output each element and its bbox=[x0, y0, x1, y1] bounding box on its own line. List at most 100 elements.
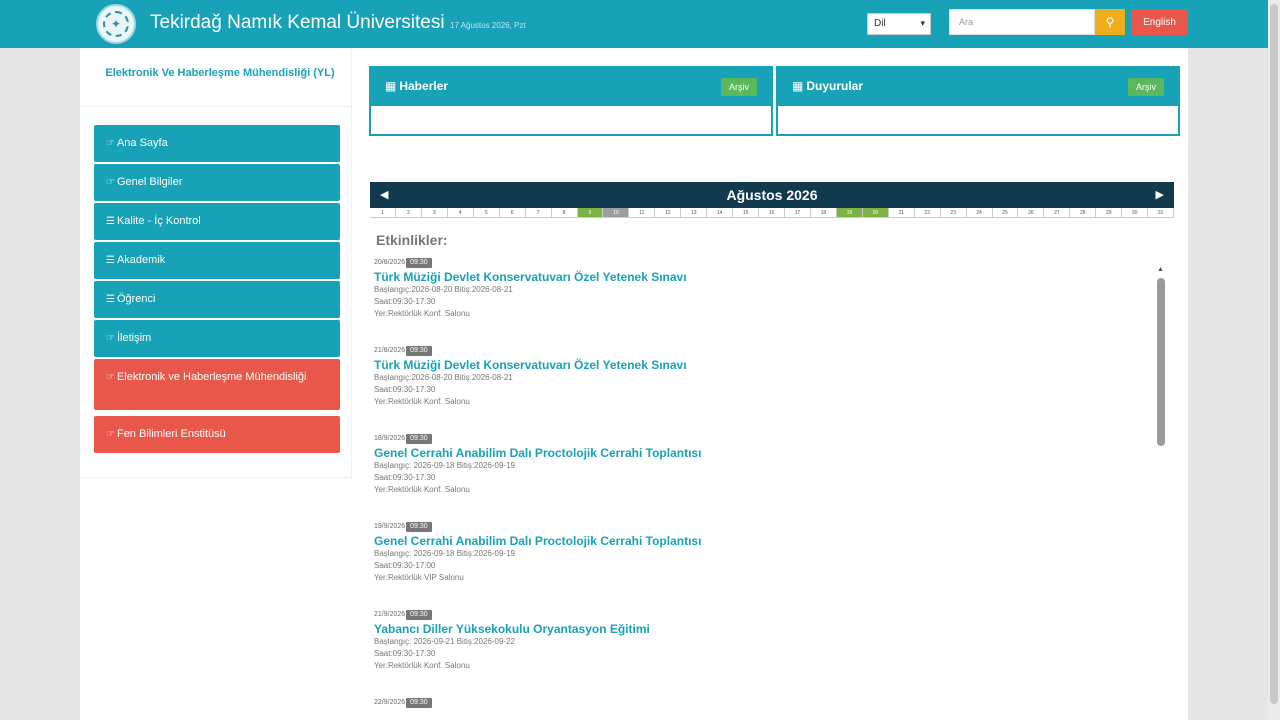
calendar-day[interactable]: 14 bbox=[707, 208, 734, 217]
calendar-day[interactable]: 12 bbox=[655, 208, 682, 217]
event-item: 21/9/2026 09:30 Yabancı Diller Yüksekokulu… bbox=[374, 610, 1144, 672]
event-time-badge: 09:30 bbox=[406, 522, 432, 532]
calendar-day[interactable]: 30 bbox=[1122, 208, 1149, 217]
list-icon: ☰ bbox=[106, 294, 115, 305]
announcements-panel: ▦ Duyurular Arşiv bbox=[776, 66, 1180, 136]
sidebar-item-label: Genel Bilgiler bbox=[116, 176, 183, 188]
sidebar-item-department[interactable]: ☞ Elektronik ve Haberleşme Mühendisliği bbox=[94, 359, 340, 410]
search-button[interactable]: ⚲ bbox=[1095, 9, 1125, 35]
calendar-day[interactable]: 7 bbox=[526, 208, 552, 217]
event-item: 21/8/2026 09:30 Türk Müziği Devlet Konserv… bbox=[374, 346, 1144, 408]
hand-pointer-icon: ☞ bbox=[106, 429, 115, 440]
calendar-day[interactable]: 26 bbox=[1018, 208, 1045, 217]
page-scrollbar[interactable] bbox=[1268, 0, 1280, 720]
event-title[interactable]: Genel Cerrahi Anabilim Dalı Proctolojik … bbox=[374, 534, 1144, 548]
site-title[interactable]: Tekirdağ Namık Kemal Üniversitesi bbox=[150, 12, 445, 34]
sidebar-item-label: İletişim bbox=[116, 332, 152, 344]
news-archive-button[interactable]: Arşiv bbox=[721, 78, 757, 96]
department-title[interactable]: Elektronik Ve Haberleşme Mühendisliği (Y… bbox=[90, 64, 350, 82]
sidebar-item-academic[interactable]: ☰ Akademik bbox=[94, 242, 340, 279]
calendar-day[interactable]: 15 bbox=[733, 208, 760, 217]
calendar-day[interactable]: 9 bbox=[577, 208, 604, 217]
page-scrollbar-thumb[interactable] bbox=[1270, 4, 1278, 704]
sidebar-item-label: Kalite - İç Kontrol bbox=[116, 215, 201, 227]
calendar-day[interactable]: 21 bbox=[889, 208, 915, 217]
sidebar-item-institute[interactable]: ☞ Fen Bilimleri Enstitüsü bbox=[94, 416, 340, 453]
event-place: Yer:Rektörlük VİP Salonu bbox=[374, 573, 464, 582]
english-button[interactable]: English bbox=[1131, 9, 1188, 35]
sidebar-item-student[interactable]: ☰ Öğrenci bbox=[94, 281, 340, 318]
event-place: Yer:Rektörlük Konf. Salonu bbox=[374, 397, 470, 406]
calendar-day[interactable]: 2 bbox=[396, 208, 422, 217]
calendar-day[interactable]: 20 bbox=[862, 208, 889, 217]
calendar-day[interactable]: 10 bbox=[603, 208, 630, 217]
search-icon: ⚲ bbox=[1105, 15, 1115, 29]
list-icon: ☰ bbox=[106, 255, 115, 266]
event-title[interactable]: Genel Cerrahi Anabilim Dalı Proctolojik … bbox=[374, 446, 1144, 460]
calendar-day[interactable]: 1 bbox=[370, 208, 396, 217]
event-time-badge: 09:30 bbox=[406, 698, 432, 708]
event-item: 20/8/2026 09:30 Türk Müziği Devlet Konserv… bbox=[374, 258, 1144, 320]
calendar-day[interactable]: 6 bbox=[500, 208, 526, 217]
event-title[interactable]: Türk Müziği Devlet Konservatuvarı Özel Y… bbox=[374, 270, 1144, 284]
event-title[interactable]: Yabancı Diller Yüksekokulu Oryantasyon E… bbox=[374, 622, 1144, 636]
event-date-row: 18/9/2026 09:30 bbox=[374, 434, 1144, 444]
event-date-row: 22/9/2026 09:30 bbox=[374, 698, 1144, 708]
event-time-badge: 09:30 bbox=[406, 434, 432, 444]
event-dates: Başlangıç: 2026-09-18 Bitiş:2026-09-19 bbox=[374, 461, 515, 470]
calendar-day[interactable]: 27 bbox=[1044, 208, 1071, 217]
language-select[interactable]: Dil ▾ bbox=[867, 13, 931, 35]
sidebar-item-contact[interactable]: ☞ İletişim bbox=[94, 320, 340, 357]
event-hours: Saat:09:30-17:00 bbox=[374, 561, 436, 570]
list-icon: ☰ bbox=[106, 216, 115, 227]
sidebar-item-quality[interactable]: ☰ Kalite - İç Kontrol bbox=[94, 203, 340, 240]
calendar-day[interactable]: 28 bbox=[1070, 208, 1097, 217]
event-date: 22/9/2026 bbox=[374, 699, 406, 706]
event-hours: Saat:09:30-17:30 bbox=[374, 649, 436, 658]
sidebar-item-home[interactable]: ☞ Ana Sayfa bbox=[94, 125, 340, 162]
calendar-day[interactable]: 16 bbox=[759, 208, 785, 217]
events-scrollbar[interactable]: ▲ bbox=[1156, 266, 1166, 720]
event-time-badge: 09:30 bbox=[406, 346, 432, 356]
event-dates: Başlangıç:2026-08-20 Bitiş:2026-08-21 bbox=[374, 285, 513, 294]
event-date: 21/9/2026 bbox=[374, 611, 406, 618]
event-item: 22/9/2026 09:30 bbox=[374, 698, 1144, 710]
calendar-day[interactable]: 25 bbox=[993, 208, 1019, 217]
hand-pointer-icon: ☞ bbox=[106, 333, 115, 344]
calendar-day[interactable]: 11 bbox=[629, 208, 656, 217]
announcements-archive-button[interactable]: Arşiv bbox=[1128, 78, 1164, 96]
event-hours: Saat:09:30-17:30 bbox=[374, 385, 436, 394]
calendar-header: ◀ Ağustos 2026 ▶ bbox=[370, 182, 1174, 208]
event-date-row: 19/9/2026 09:30 bbox=[374, 522, 1144, 532]
calendar-day[interactable]: 24 bbox=[967, 208, 993, 217]
event-dates: Başlangıç: 2026-09-21 Bitiş:2026-09-22 bbox=[374, 637, 515, 646]
calendar-day[interactable]: 4 bbox=[448, 208, 474, 217]
calendar-day[interactable]: 23 bbox=[941, 208, 967, 217]
event-date: 18/9/2026 bbox=[374, 435, 406, 442]
calendar-day[interactable]: 13 bbox=[681, 208, 708, 217]
news-panel-header: ▦ Haberler Arşiv bbox=[371, 68, 771, 106]
hand-pointer-icon: ☞ bbox=[106, 138, 115, 149]
announcements-panel-title: Duyurular bbox=[806, 79, 864, 93]
hand-pointer-icon: ☞ bbox=[106, 177, 115, 188]
sidebar-item-general-info[interactable]: ☞ Genel Bilgiler bbox=[94, 164, 340, 201]
event-title[interactable]: Türk Müziği Devlet Konservatuvarı Özel Y… bbox=[374, 358, 1144, 372]
calendar-day[interactable]: 19 bbox=[836, 208, 863, 217]
calendar-day[interactable]: 22 bbox=[915, 208, 941, 217]
events-heading: Etkinlikler: bbox=[376, 232, 448, 248]
calendar-day[interactable]: 31 bbox=[1148, 208, 1175, 217]
search-input[interactable]: Ara bbox=[949, 9, 1095, 35]
calendar-day[interactable]: 18 bbox=[811, 208, 837, 217]
chevron-right-icon[interactable]: ▶ bbox=[1156, 188, 1164, 201]
events-scrollbar-thumb[interactable] bbox=[1157, 278, 1165, 446]
calendar-day[interactable]: 17 bbox=[785, 208, 811, 217]
event-place: Yer:Rektörlük Konf. Salonu bbox=[374, 661, 470, 670]
calendar-day[interactable]: 8 bbox=[552, 208, 578, 217]
sidebar-item-label: Akademik bbox=[116, 254, 166, 266]
calendar-day[interactable]: 29 bbox=[1096, 208, 1123, 217]
calendar-day[interactable]: 3 bbox=[422, 208, 448, 217]
event-date: 20/8/2026 bbox=[374, 259, 406, 266]
calendar-day[interactable]: 5 bbox=[474, 208, 500, 217]
university-logo[interactable]: ✦ bbox=[96, 4, 136, 44]
scroll-up-icon[interactable]: ▲ bbox=[1157, 266, 1164, 273]
